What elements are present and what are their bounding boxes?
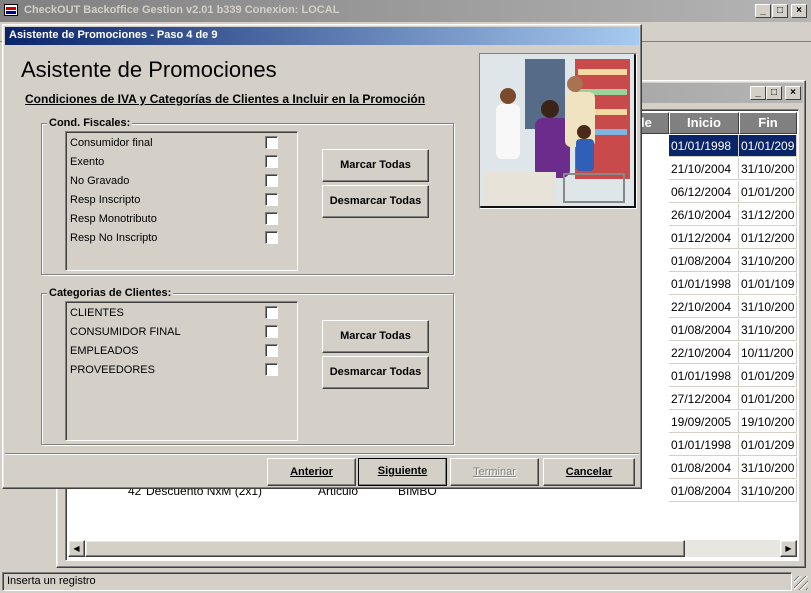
fiscal-item-checkbox[interactable] (265, 212, 278, 225)
wizard-divider (5, 453, 639, 455)
cell-fin[interactable]: 31/10/200 (739, 158, 797, 180)
client-item-label: CLIENTES (70, 307, 124, 319)
cell-fin[interactable]: 01/01/200 (739, 181, 797, 203)
client-unmark-all-button[interactable]: Desmarcar Todas (322, 356, 429, 389)
size-grip[interactable] (794, 576, 808, 590)
cancel-label: Cancelar (565, 466, 613, 478)
fiscal-item-label: Exento (70, 156, 105, 168)
cell-fin[interactable]: 01/12/200 (739, 227, 797, 249)
cell-inicio[interactable]: 27/12/2004 (669, 388, 739, 410)
column-header-fin[interactable]: Fin (739, 112, 797, 134)
cell-inicio[interactable]: 01/01/1998 (669, 434, 739, 456)
cell-inicio[interactable]: 01/08/2004 (669, 250, 739, 272)
client-item-checkbox[interactable] (265, 325, 278, 338)
cell-fin[interactable]: 31/10/200 (739, 250, 797, 272)
client-item-checkbox[interactable] (265, 306, 278, 319)
cell-inicio[interactable]: 01/01/1998 (669, 365, 739, 387)
fiscal-item-checkbox[interactable] (265, 231, 278, 244)
wizard-heading: Asistente de Promociones (21, 57, 277, 82)
cell-fin[interactable]: 01/01/200 (739, 388, 797, 410)
back-label: Anterior (290, 466, 333, 478)
close-button[interactable]: × (791, 4, 807, 18)
cell-fin[interactable]: 31/10/200 (739, 296, 797, 318)
client-group-title: Categorias de Clientes: (47, 287, 174, 299)
cell-inicio[interactable]: 01/01/1998 (669, 135, 739, 157)
child-close-button[interactable]: × (785, 86, 801, 100)
wizard-title-bar: Asistente de Promociones - Paso 4 de 9 (5, 27, 639, 45)
scroll-thumb[interactable] (85, 540, 685, 557)
fiscal-item-label: Resp Monotributo (70, 213, 157, 225)
finish-label: Terminar (473, 466, 516, 478)
cell-inicio[interactable]: 22/10/2004 (669, 342, 739, 364)
cell-inicio[interactable]: 21/10/2004 (669, 158, 739, 180)
cell-fin[interactable]: 01/01/209 (739, 434, 797, 456)
client-item-label: EMPLEADOS (70, 345, 139, 357)
cell-inicio[interactable]: 01/08/2004 (669, 319, 739, 341)
cell-inicio[interactable]: 26/10/2004 (669, 204, 739, 226)
cell-inicio[interactable]: 19/09/2005 (669, 411, 739, 433)
app-title: CheckOUT Backoffice Gestion v2.01 b339 C… (24, 4, 340, 16)
scroll-right-button[interactable]: ▶ (780, 540, 797, 557)
client-item-checkbox[interactable] (265, 363, 278, 376)
fiscal-item-checkbox[interactable] (265, 155, 278, 168)
fiscal-item-label: Resp Inscripto (70, 194, 141, 206)
child-maximize-button[interactable]: □ (766, 86, 782, 100)
child-minimize-button[interactable]: _ (750, 86, 766, 100)
fiscal-item-label: No Gravado (70, 175, 130, 187)
fiscal-item-checkbox[interactable] (265, 174, 278, 187)
cell-fin[interactable]: 31/10/200 (739, 457, 797, 479)
app-title-bar: CheckOUT Backoffice Gestion v2.01 b339 C… (0, 0, 811, 22)
fiscal-item-label: Resp No Inscripto (70, 232, 158, 244)
minimize-button[interactable]: _ (755, 4, 771, 18)
back-button[interactable]: Anterior (267, 458, 356, 486)
cell-fin[interactable]: 01/01/209 (739, 365, 797, 387)
cell-inicio[interactable]: 01/08/2004 (669, 457, 739, 479)
wizard-subheading: Condiciones de IVA y Categorías de Clien… (25, 92, 426, 106)
cell-inicio[interactable]: 06/12/2004 (669, 181, 739, 203)
cell-inicio[interactable]: 01/08/2004 (669, 480, 739, 502)
next-button[interactable]: Siguiente (358, 458, 447, 486)
column-header-inicio[interactable]: Inicio (669, 112, 739, 134)
cell-fin[interactable]: 01/01/209 (739, 135, 797, 157)
wizard-title: Asistente de Promociones - Paso 4 de 9 (9, 29, 218, 41)
client-item-label: CONSUMIDOR FINAL (70, 326, 181, 338)
client-mark-all-button[interactable]: Marcar Todas (322, 320, 429, 353)
horizontal-scrollbar[interactable]: ◀ ▶ (68, 540, 797, 557)
status-bar: Inserta un registro (2, 572, 792, 591)
app-icon (4, 4, 18, 16)
client-item-checkbox[interactable] (265, 344, 278, 357)
fiscal-item-label: Consumidor final (70, 137, 153, 149)
fiscal-item-checkbox[interactable] (265, 193, 278, 206)
next-label: Siguiente (377, 465, 428, 477)
promo-photo (479, 53, 637, 209)
cell-fin[interactable]: 31/10/200 (739, 319, 797, 341)
cell-inicio[interactable]: 01/01/1998 (669, 273, 739, 295)
cancel-button[interactable]: Cancelar (543, 458, 635, 486)
cell-fin[interactable]: 31/10/200 (739, 480, 797, 502)
cell-inicio[interactable]: 22/10/2004 (669, 296, 739, 318)
cell-fin[interactable]: 10/11/200 (739, 342, 797, 364)
fiscal-group-title: Cond. Fiscales: (47, 117, 133, 129)
maximize-button[interactable]: □ (772, 4, 788, 18)
fiscal-unmark-all-button[interactable]: Desmarcar Todas (322, 185, 429, 218)
client-item-label: PROVEEDORES (70, 364, 155, 376)
wizard-dialog: Asistente de Promociones - Paso 4 de 9 A… (2, 24, 642, 489)
fiscal-item-checkbox[interactable] (265, 136, 278, 149)
finish-button[interactable]: Terminar (450, 458, 539, 486)
cell-inicio[interactable]: 01/12/2004 (669, 227, 739, 249)
cell-fin[interactable]: 19/10/200 (739, 411, 797, 433)
scroll-left-button[interactable]: ◀ (68, 540, 85, 557)
status-text: Inserta un registro (7, 575, 96, 587)
cell-fin[interactable]: 31/12/200 (739, 204, 797, 226)
fiscal-mark-all-button[interactable]: Marcar Todas (322, 149, 429, 182)
cell-fin[interactable]: 01/01/109 (739, 273, 797, 295)
